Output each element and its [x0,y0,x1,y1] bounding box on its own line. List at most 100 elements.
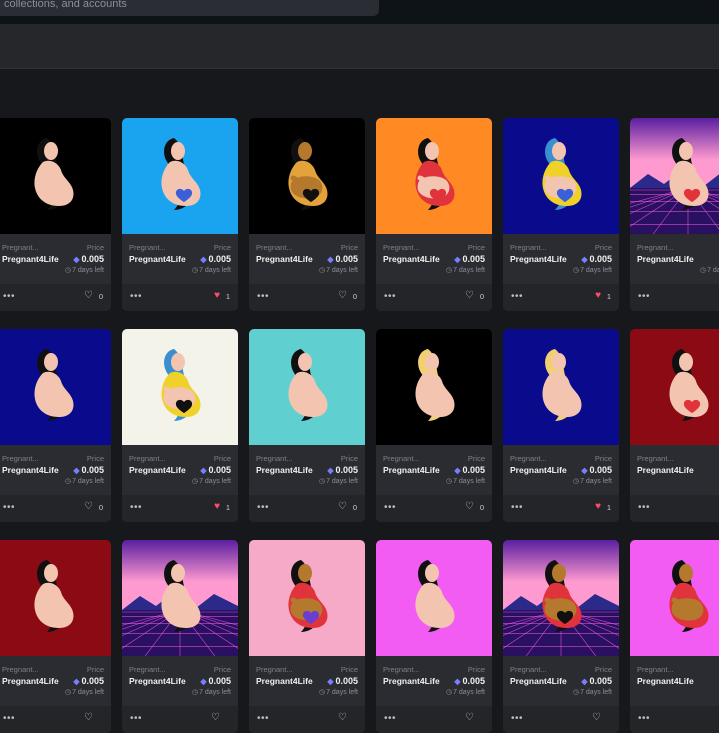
heart-icon[interactable]: ♡ [338,712,347,723]
nft-card[interactable]: Pregnant... Price Pregnant4Life ◆ 0.005 ◷… [503,329,619,522]
nft-artwork[interactable] [630,540,719,656]
nft-artwork[interactable] [503,329,619,445]
nft-artwork[interactable] [122,329,238,445]
nft-artwork[interactable] [630,118,719,234]
heart-icon[interactable]: ♡ [84,712,93,723]
nft-card[interactable]: Pregnant... Price Pregnant4Life ◆ 0.005 ◷… [122,329,238,522]
nft-artwork[interactable] [503,540,619,656]
nft-artwork[interactable] [249,329,365,445]
nft-artwork[interactable] [376,329,492,445]
time-left: ◷7 days left [65,266,104,274]
price-label: Price [340,243,358,252]
eth-icon: ◆ [73,466,80,475]
more-options-button[interactable]: ••• [384,291,396,302]
more-options-button[interactable]: ••• [511,502,523,513]
nft-card[interactable]: Pregnant... Price Pregnant4Life ◆ 0.005 ◷… [376,540,492,733]
card-footer: ••• ♡ [0,706,111,733]
heart-icon[interactable]: ♥ [595,501,601,512]
heart-icon[interactable]: ♥ [214,501,220,512]
nft-card[interactable]: Pregnant... Price Pregnant4Life ◆ 0.005 ◷… [0,329,111,522]
card-footer: ••• ♥ 1 [503,284,619,311]
more-options-button[interactable]: ••• [3,502,15,513]
nft-card[interactable]: Pregnant... Price Pregnant4Life ◆ 0.005 ◷… [376,118,492,311]
collection-name: Pregnant... [129,243,166,252]
time-left: ◷7 days left [700,266,719,274]
time-left-text: 7 days left [72,689,104,696]
more-options-button[interactable]: ••• [257,291,269,302]
nft-card[interactable]: Pregnant... Price Pregnant4Life ◆ 0.005 ◷… [249,118,365,311]
nft-artwork[interactable] [249,540,365,656]
heart-icon[interactable]: ♥ [214,290,220,301]
nft-artwork[interactable] [0,329,111,445]
eth-icon: ◆ [327,677,334,686]
more-options-button[interactable]: ••• [257,502,269,513]
price-amount: 0.005 [208,254,231,264]
search-input[interactable]: collections, and accounts [0,0,379,16]
price-value: ◆ 0.005 [73,465,104,475]
nft-name: Pregnant4Life [510,254,567,264]
price-label: Price [213,665,231,674]
nft-artwork[interactable] [249,118,365,234]
nft-card[interactable]: Pregnant... Price Pregnant4Life ◆0 ◷7 da… [630,118,719,311]
nft-artwork[interactable] [0,118,111,234]
heart-icon[interactable]: ♡ [465,290,474,301]
collection-name: Pregnant... [256,454,293,463]
heart-icon[interactable]: ♡ [465,712,474,723]
price-value: ◆ 0.005 [454,254,485,264]
more-options-button[interactable]: ••• [3,713,15,724]
nft-card[interactable]: Pregnant... Price Pregnant4Life ◆ 0.005 ◷… [122,540,238,733]
nft-card[interactable]: Pregnant... Price Pregnant4Life ◆ 0.005 ◷… [249,329,365,522]
nft-artwork[interactable] [0,540,111,656]
time-left: ◷7 days left [65,477,104,485]
heart-icon[interactable]: ♡ [592,712,601,723]
nft-artwork[interactable] [122,118,238,234]
price-label: Price [594,454,612,463]
more-options-button[interactable]: ••• [130,291,142,302]
heart-icon[interactable]: ♡ [84,501,93,512]
nft-card[interactable]: Pregnant... Price Pregnant4Life ◆ 0.005 ◷… [0,118,111,311]
nft-card[interactable]: Pregnant... Price Pregnant4Life ◆ 0.005 ◷… [122,118,238,311]
nft-artwork[interactable] [503,118,619,234]
card-info: Pregnant... Price Pregnant4Life ◆0 ◷ [630,445,719,495]
nft-card[interactable]: Pregnant... Price Pregnant4Life ◆0 ◷ •••… [630,540,719,733]
heart-icon[interactable]: ♡ [84,290,93,301]
nft-artwork[interactable] [630,329,719,445]
card-info: Pregnant... Price Pregnant4Life ◆ 0.005 ◷… [376,656,492,706]
price-label: Price [340,665,358,674]
more-options-button[interactable]: ••• [130,502,142,513]
more-options-button[interactable]: ••• [3,291,15,302]
nft-card[interactable]: Pregnant... Price Pregnant4Life ◆ 0.005 ◷… [503,540,619,733]
collection-name: Pregnant... [129,454,166,463]
more-options-button[interactable]: ••• [638,291,650,302]
nft-artwork[interactable] [376,540,492,656]
nft-artwork[interactable] [122,540,238,656]
nft-card[interactable]: Pregnant... Price Pregnant4Life ◆0 ◷ •••… [630,329,719,522]
heart-icon[interactable]: ♡ [338,290,347,301]
nft-card[interactable]: Pregnant... Price Pregnant4Life ◆ 0.005 ◷… [0,540,111,733]
heart-icon[interactable]: ♥ [595,290,601,301]
heart-icon[interactable]: ♡ [338,501,347,512]
collection-name: Pregnant... [510,665,547,674]
more-options-button[interactable]: ••• [257,713,269,724]
nft-artwork[interactable] [376,118,492,234]
more-options-button[interactable]: ••• [384,713,396,724]
more-options-button[interactable]: ••• [130,713,142,724]
time-left-text: 7 days left [326,689,358,696]
time-left-text: 7 days left [580,478,612,485]
more-options-button[interactable]: ••• [638,502,650,513]
price-value: ◆ 0.005 [200,254,231,264]
nft-card[interactable]: Pregnant... Price Pregnant4Life ◆ 0.005 ◷… [503,118,619,311]
nft-card[interactable]: Pregnant... Price Pregnant4Life ◆ 0.005 ◷… [376,329,492,522]
more-options-button[interactable]: ••• [511,713,523,724]
like-count: 0 [479,503,484,512]
more-options-button[interactable]: ••• [638,713,650,724]
clock-icon: ◷ [445,267,453,274]
heart-icon[interactable]: ♡ [465,501,474,512]
heart-icon[interactable]: ♡ [211,712,220,723]
time-left-text: 7 days left [72,267,104,274]
more-options-button[interactable]: ••• [384,502,396,513]
price-label: Price [594,243,612,252]
more-options-button[interactable]: ••• [511,291,523,302]
nft-card[interactable]: Pregnant... Price Pregnant4Life ◆ 0.005 ◷… [249,540,365,733]
search-placeholder: collections, and accounts [4,0,127,10]
